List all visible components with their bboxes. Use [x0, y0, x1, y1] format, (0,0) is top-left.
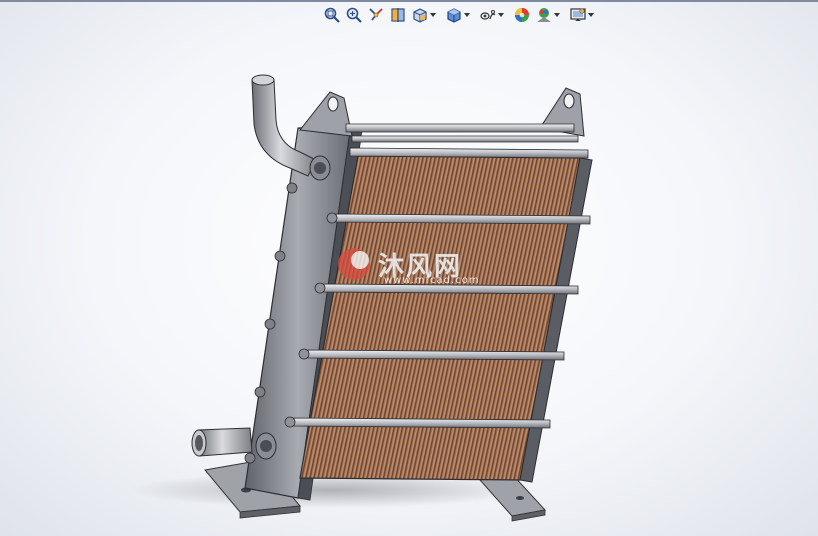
edit-appearance-button[interactable] — [512, 5, 532, 25]
display-style-button[interactable] — [444, 5, 471, 25]
section-view-icon — [391, 8, 405, 22]
view-orientation-menu-caret[interactable] — [430, 13, 436, 17]
watermark-url: www.mfcad.com — [384, 275, 480, 286]
zoom-area-icon — [346, 7, 362, 23]
scene-icon — [537, 8, 551, 22]
hide-show-menu-caret[interactable] — [498, 13, 504, 17]
view-settings-menu-caret[interactable] — [588, 13, 594, 17]
display-style-menu-caret[interactable] — [464, 13, 470, 17]
view-settings-button[interactable] — [568, 5, 595, 25]
watermark-logo — [338, 248, 370, 280]
previous-view-icon — [369, 8, 383, 21]
display-style-icon — [447, 8, 461, 23]
zoom-to-fit-button[interactable] — [322, 5, 342, 25]
view-orientation-icon — [413, 8, 427, 23]
lifting-lug-left[interactable] — [299, 91, 353, 137]
appearance-icon — [515, 8, 529, 22]
zoom-fit-icon — [324, 7, 340, 23]
apply-scene-button[interactable] — [534, 5, 561, 25]
section-view-button[interactable] — [388, 5, 408, 25]
previous-view-button[interactable] — [366, 5, 386, 25]
hide-show-icon — [480, 10, 496, 20]
view-orientation-button[interactable] — [410, 5, 437, 25]
hide-show-items-button[interactable] — [478, 5, 505, 25]
heads-up-view-toolbar — [322, 5, 595, 25]
window-top-border — [0, 0, 818, 2]
top-tie-rods[interactable] — [345, 123, 589, 159]
apply-scene-menu-caret[interactable] — [554, 13, 560, 17]
view-settings-icon — [570, 8, 586, 21]
zoom-to-area-button[interactable] — [344, 5, 364, 25]
